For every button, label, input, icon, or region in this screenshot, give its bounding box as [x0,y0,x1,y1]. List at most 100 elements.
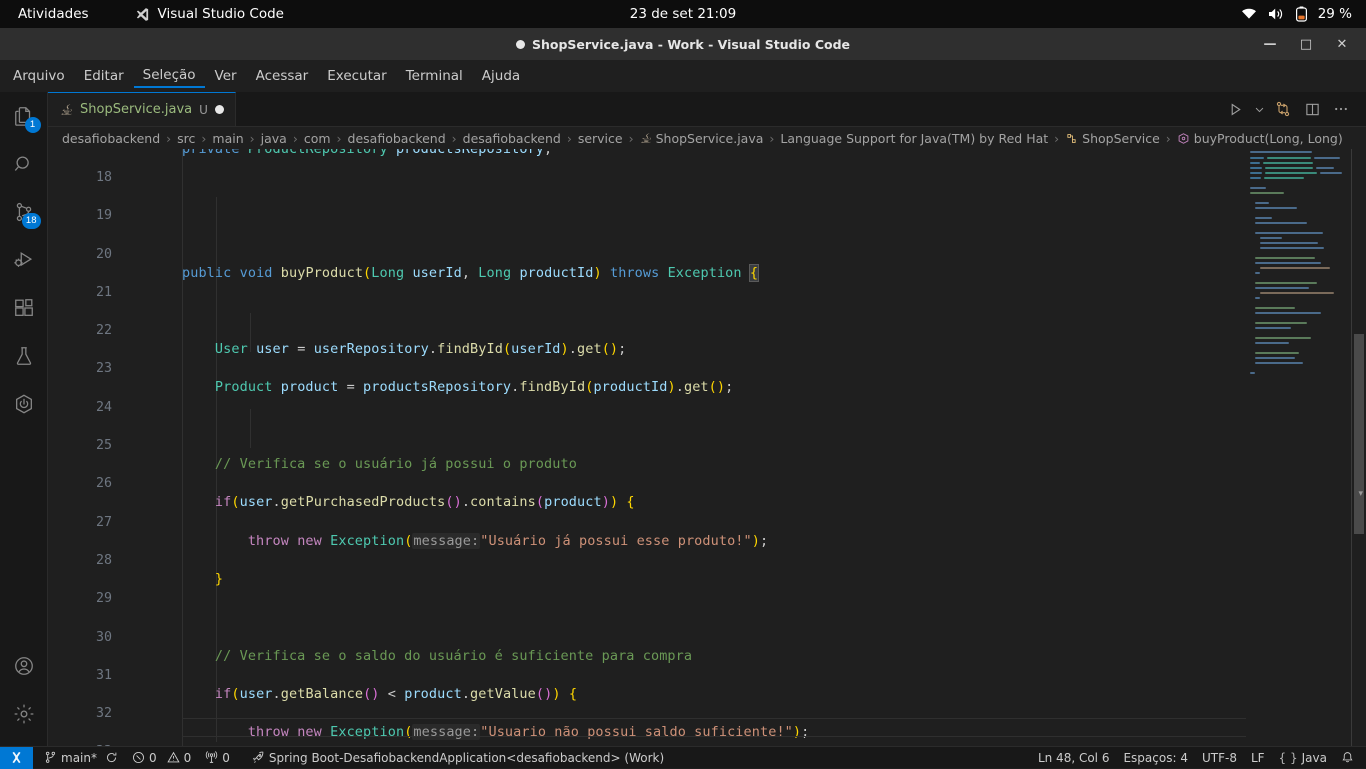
status-bar-right[interactable]: Ln 48, Col 6 Espaços: 4 UTF-8 LF { } Jav… [1031,747,1366,769]
breadcrumb-filename: ShopService.java [656,131,764,146]
scroll-down-arrow-icon[interactable]: ▾ [1358,489,1363,499]
problems-button[interactable]: 0 0 [125,747,198,769]
split-editor-icon[interactable] [1299,96,1325,122]
notifications-button[interactable] [1334,747,1366,769]
chevron-down-icon[interactable] [1251,96,1267,122]
sidebar-item-run-and-debug[interactable] [0,236,48,284]
code-line-32[interactable]: 32 throw new Exception(message:"Usuario … [48,685,1366,704]
sidebar-item-source-control[interactable]: 18 [0,188,48,236]
breadcrumb-item-8[interactable]: ShopService.java [640,131,764,146]
code-line-25[interactable]: 25 // Verifica se o usuário já possui o … [48,417,1366,436]
menu-ajuda[interactable]: Ajuda [473,65,529,87]
menu-selecao[interactable]: Seleção [134,64,205,88]
breadcrumb-item-0[interactable]: desafiobackend [62,131,160,146]
line-number: 22 [48,321,112,340]
editor-encoding[interactable]: UTF-8 [1195,747,1244,769]
activities-button[interactable]: Atividades [18,6,89,22]
menu-acessar[interactable]: Acessar [247,65,318,87]
code-line-24[interactable]: 24 [48,379,1366,398]
menu-executar[interactable]: Executar [318,65,396,87]
breadcrumb-item-3[interactable]: java [261,131,287,146]
breadcrumb-item-6[interactable]: desafiobackend [463,131,561,146]
remote-window-button[interactable] [0,747,33,769]
code-content[interactable]: 18 private ProductRepository productsRep… [48,149,1366,746]
breadcrumb[interactable]: desafiobackend › src › main › java › com… [48,127,1366,149]
gear-icon [13,703,35,725]
git-branch-button[interactable]: main* [37,747,125,769]
breadcrumb-item-9[interactable]: Language Support for Java(TM) by Red Hat [780,131,1048,146]
code-line-29[interactable]: 29 [48,570,1366,589]
breadcrumb-separator: › [337,131,342,146]
close-button[interactable]: ✕ [1324,28,1360,60]
breadcrumb-item-5[interactable]: desafiobackend [348,131,446,146]
breadcrumb-item-10[interactable]: ShopService [1065,131,1160,146]
sync-icon[interactable] [105,751,118,764]
active-app-indicator[interactable]: Visual Studio Code [135,6,284,22]
breadcrumb-item-7[interactable]: service [578,131,623,146]
menu-arquivo[interactable]: Arquivo [4,65,74,87]
status-bar[interactable]: main* 0 0 0 Spr [0,746,1366,768]
editor-action-buttons[interactable] [1222,92,1366,126]
scrollbar-thumb[interactable] [1354,334,1364,534]
tab-filename: ShopService.java [80,102,192,117]
tab-shopservice-java[interactable]: ShopService.java U [48,92,236,126]
manage-settings-button[interactable] [0,690,48,738]
code-line-22[interactable]: 22 User user = userRepository.findById(u… [48,302,1366,321]
code-line-21[interactable]: 21 [48,264,1366,283]
menu-bar[interactable]: Arquivo Editar Seleção Ver Acessar Execu… [0,60,1366,92]
breadcrumb-separator: › [567,131,572,146]
minimap-line [1250,177,1261,179]
code-line-27[interactable]: 27 throw new Exception(message:"Usuário … [48,494,1366,513]
ellipsis-icon[interactable] [1328,96,1354,122]
code-line-20[interactable]: 20 public void buyProduct(Long userId, L… [48,226,1366,245]
breadcrumb-method-name: buyProduct(Long, Long) [1194,131,1343,146]
compare-changes-icon[interactable] [1270,96,1296,122]
editor-language[interactable]: { } Java [1272,747,1334,769]
minimize-button[interactable]: — [1252,28,1288,60]
editor-vertical-scrollbar[interactable]: ▾ [1352,149,1366,746]
minimap-line [1260,292,1334,294]
activity-bar[interactable]: 1 18 [0,92,48,746]
maximize-button[interactable]: □ [1288,28,1324,60]
minimap[interactable] [1246,149,1352,746]
breadcrumb-item-2[interactable]: main [212,131,243,146]
line-number: 30 [48,628,112,647]
menu-editar[interactable]: Editar [75,65,133,87]
error-count: 0 [149,751,157,765]
code-line-31[interactable]: 31 if(user.getBalance() < product.getVal… [48,647,1366,666]
sidebar-item-spring-boot-dashboard[interactable] [0,380,48,428]
breadcrumb-separator: › [769,131,774,146]
accounts-button[interactable] [0,642,48,690]
sidebar-item-extensions[interactable] [0,284,48,332]
sidebar-item-testing[interactable] [0,332,48,380]
system-tray[interactable]: 29 % [1241,6,1352,22]
editor-tab-bar[interactable]: ShopService.java U [48,92,1366,127]
code-line-30[interactable]: 30 // Verifica se o saldo do usuário é s… [48,609,1366,628]
editor-indentation[interactable]: Espaços: 4 [1116,747,1195,769]
code-line-23[interactable]: 23 Product product = productsRepository.… [48,340,1366,359]
play-icon[interactable] [1222,96,1248,122]
code-line-18[interactable]: 18 private ProductRepository productsRep… [48,149,1366,168]
editor-eol[interactable]: LF [1244,747,1272,769]
breadcrumb-item-1[interactable]: src [177,131,195,146]
breadcrumb-separator: › [250,131,255,146]
minimap-line [1255,222,1307,224]
line-number: 21 [48,283,112,302]
tab-dirty-dot-icon[interactable] [215,105,224,114]
editor-position[interactable]: Ln 48, Col 6 [1031,747,1117,769]
symbol-method-icon [1177,132,1190,145]
code-line-19[interactable]: 19 [48,187,1366,206]
sidebar-item-explorer[interactable]: 1 [0,92,48,140]
ports-button[interactable]: 0 [198,747,237,769]
menu-ver[interactable]: Ver [206,65,246,87]
code-line-28[interactable]: 28 } [48,532,1366,551]
breadcrumb-item-4[interactable]: com [304,131,331,146]
breadcrumb-item-11[interactable]: buyProduct(Long, Long) [1177,131,1343,146]
code-line-26[interactable]: 26 if(user.getPurchasedProducts().contai… [48,455,1366,474]
window-controls[interactable]: — □ ✕ [1252,28,1366,60]
menu-terminal[interactable]: Terminal [397,65,472,87]
code-editor[interactable]: 18 private ProductRepository productsRep… [48,149,1366,746]
sidebar-item-search[interactable] [0,140,48,188]
spring-boot-run-button[interactable]: Spring Boot-DesafiobackendApplication<de… [237,747,671,769]
minimap-line [1265,167,1313,169]
